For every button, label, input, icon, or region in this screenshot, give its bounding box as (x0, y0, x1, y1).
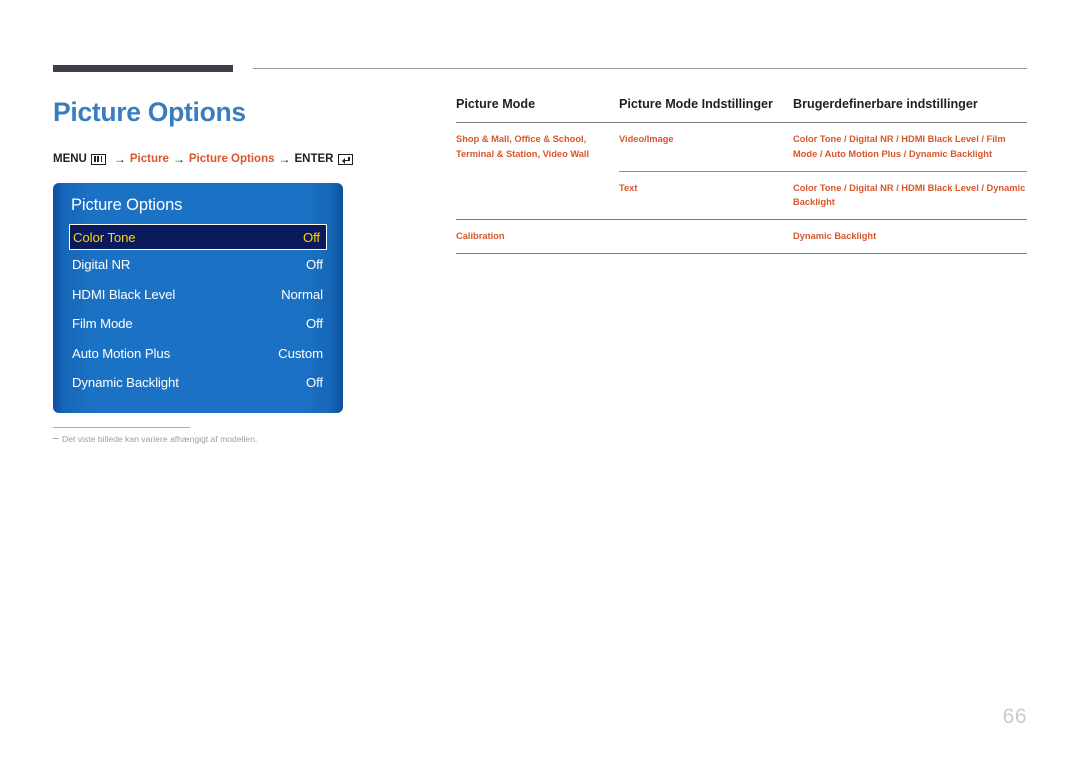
osd-item-auto-motion-plus[interactable]: Auto Motion Plus Custom (53, 339, 343, 369)
table-cell-picture-mode: Shop & Mall, Office & School, Terminal &… (456, 134, 590, 159)
page-number: 66 (1002, 705, 1027, 728)
osd-item-value: Off (305, 375, 323, 391)
table-row: Calibration Dynamic Backlight (456, 220, 1027, 253)
osd-item-value: Custom (278, 345, 323, 361)
osd-item-label: Auto Motion Plus (72, 345, 171, 361)
breadcrumb-enter-label: ENTER (294, 153, 334, 165)
table-cell-picture-mode-settings: Video/Image (619, 134, 674, 145)
breadcrumb-step-picture[interactable]: Picture (130, 153, 169, 165)
header-thin-rule (253, 68, 1027, 69)
breadcrumb-arrow-2: → (172, 152, 185, 166)
footnote-text: Det viste billede kan variere afhængigt … (62, 434, 258, 444)
table-cell-custom-settings: Color Tone / Digital NR / HDMI Black Lev… (793, 182, 1026, 208)
header-accent-bar (53, 65, 233, 72)
breadcrumb-step-picture-options[interactable]: Picture Options (189, 153, 275, 165)
table-cell-custom-settings: Dynamic Backlight (793, 231, 877, 241)
osd-menu-panel: Picture Options Color Tone Off Digital N… (53, 183, 343, 413)
table-row: Shop & Mall, Office & School, Terminal &… (456, 123, 1027, 170)
footnote-divider (53, 427, 190, 428)
table-bottom-rule (456, 252, 1027, 254)
table-cell-custom-settings: Color Tone / Digital NR / HDMI Black Lev… (793, 134, 1006, 159)
osd-menu-title: Picture Options (71, 196, 183, 214)
footnote: Det viste billede kan variere afhængigt … (53, 434, 257, 444)
breadcrumb-arrow-3: → (278, 152, 291, 166)
osd-item-value: Off (305, 257, 323, 273)
table-row: Text Color Tone / Digital NR / HDMI Blac… (456, 172, 1027, 219)
table-cell-picture-mode (456, 172, 619, 190)
osd-item-value: Off (302, 229, 320, 245)
footnote-dash-icon (53, 438, 58, 439)
osd-item-label: Color Tone (73, 229, 136, 245)
osd-item-value: Off (305, 316, 323, 332)
osd-item-digital-nr[interactable]: Digital NR Off (53, 250, 343, 280)
osd-item-film-mode[interactable]: Film Mode Off (53, 309, 343, 339)
table-header-custom-settings: Brugerdefinerbare indstillinger (793, 97, 978, 111)
osd-item-label: HDMI Black Level (72, 286, 176, 302)
table-header-picture-mode-settings: Picture Mode Indstillinger (619, 97, 773, 111)
table-cell-picture-mode-settings (619, 220, 793, 238)
osd-item-label: Digital NR (72, 257, 131, 273)
osd-item-dynamic-backlight[interactable]: Dynamic Backlight Off (53, 368, 343, 398)
menu-grid-icon (90, 153, 106, 165)
table-cell-picture-mode-settings: Text (619, 182, 638, 193)
osd-item-hdmi-black-level[interactable]: HDMI Black Level Normal (53, 280, 343, 310)
osd-item-color-tone[interactable]: Color Tone Off (69, 224, 327, 250)
osd-menu-list: Color Tone Off Digital NR Off HDMI Black… (53, 224, 343, 398)
enter-return-icon (338, 153, 354, 165)
breadcrumb-menu-label: MENU (53, 153, 87, 165)
picture-mode-table: Picture Mode Picture Mode Indstillinger … (456, 95, 1027, 254)
osd-item-label: Dynamic Backlight (72, 375, 179, 391)
osd-item-label: Film Mode (72, 316, 133, 332)
breadcrumb: MENU → Picture → Picture Options → ENTER (53, 152, 354, 166)
table-header-row: Picture Mode Picture Mode Indstillinger … (456, 95, 1027, 122)
table-header-picture-mode: Picture Mode (456, 97, 536, 111)
page-title: Picture Options (53, 97, 246, 127)
table-cell-picture-mode: Calibration (456, 231, 505, 241)
breadcrumb-arrow-1: → (113, 152, 126, 166)
osd-item-value: Normal (281, 286, 323, 302)
